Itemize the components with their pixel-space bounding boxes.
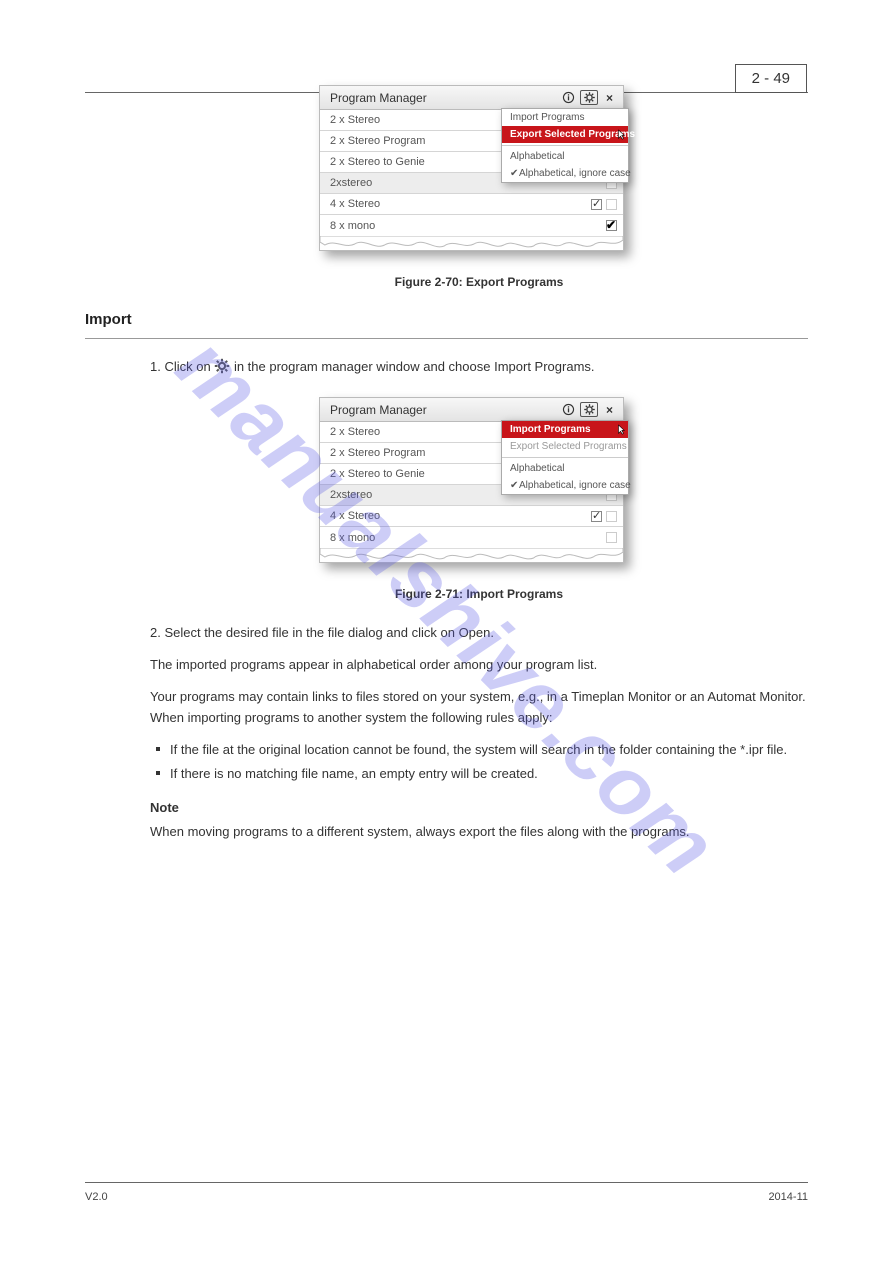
footer-version: V2.0 xyxy=(85,1191,108,1203)
close-icon[interactable]: × xyxy=(602,90,617,105)
checkbox-icon[interactable] xyxy=(606,199,617,210)
program-manager-titlebar: Program Manager × xyxy=(320,86,623,110)
cursor-icon xyxy=(616,424,626,436)
program-manager-titlebar: Program Manager × xyxy=(320,398,623,422)
menu-separator xyxy=(502,457,628,458)
checkbox-icon[interactable] xyxy=(606,532,617,543)
program-manager-window: Program Manager × 2 x Stereo 2 x Stereo … xyxy=(319,85,624,251)
figure-caption: Figure 2-70: Export Programs xyxy=(150,275,808,289)
checkbox-checked-icon[interactable] xyxy=(606,220,617,231)
gear-icon xyxy=(214,358,230,374)
list-item: If there is no matching file name, an em… xyxy=(150,764,808,784)
figure-import-programs: Program Manager × 2 x Stereo 2 x Stereo … xyxy=(319,397,639,563)
paragraph: The imported programs appear in alphabet… xyxy=(150,655,808,675)
menu-item-alpha-ignorecase[interactable]: ✔Alphabetical, ignore case xyxy=(502,477,628,494)
info-icon[interactable] xyxy=(561,402,576,417)
list-item[interactable]: 4 x Stereo xyxy=(320,194,623,215)
footer-date: 2014-11 xyxy=(768,1191,808,1203)
gear-icon[interactable] xyxy=(580,90,598,105)
page-number-badge: 2 - 49 xyxy=(735,64,807,93)
list-item: If the file at the original location can… xyxy=(150,740,808,760)
bullet-list: If the file at the original location can… xyxy=(150,740,808,784)
list-item[interactable]: 8 x mono xyxy=(320,527,623,548)
section-heading-import: Import xyxy=(85,311,808,328)
note-body: When moving programs to a different syst… xyxy=(150,822,808,842)
info-icon[interactable] xyxy=(561,90,576,105)
menu-item-export[interactable]: Export Selected Programs xyxy=(502,126,628,143)
menu-item-import[interactable]: Import Programs xyxy=(502,109,628,126)
menu-item-alpha[interactable]: Alphabetical xyxy=(502,460,628,477)
note-heading: Note xyxy=(150,798,808,818)
window-title: Program Manager xyxy=(330,91,561,105)
close-icon[interactable]: × xyxy=(602,402,617,417)
menu-separator xyxy=(502,145,628,146)
step-1: 1. Click on in the program manager windo… xyxy=(150,357,808,377)
menu-item-import[interactable]: Import Programs xyxy=(502,421,628,438)
figure-caption: Figure 2-71: Import Programs xyxy=(150,587,808,601)
body-text: 1. Click on in the program manager windo… xyxy=(150,357,808,377)
list-item[interactable]: 4 x Stereo xyxy=(320,506,623,527)
menu-item-alpha-ignorecase[interactable]: ✔Alphabetical, ignore case xyxy=(502,165,628,182)
torn-edge xyxy=(320,236,623,250)
paragraph: Your programs may contain links to files… xyxy=(150,687,808,727)
menu-item-alpha[interactable]: Alphabetical xyxy=(502,148,628,165)
checkbox-icon[interactable] xyxy=(606,511,617,522)
settings-dropdown: Import Programs Export Selected Programs… xyxy=(501,420,629,495)
body-text-continued: 2. Select the desired file in the file d… xyxy=(150,623,808,842)
list-item[interactable]: 8 x mono xyxy=(320,215,623,236)
menu-item-export[interactable]: Export Selected Programs xyxy=(502,438,628,455)
settings-dropdown: Import Programs Export Selected Programs… xyxy=(501,108,629,183)
program-manager-window: Program Manager × 2 x Stereo 2 x Stereo … xyxy=(319,397,624,563)
torn-edge xyxy=(320,548,623,562)
section-rule xyxy=(85,338,808,339)
window-title: Program Manager xyxy=(330,403,561,417)
cursor-icon xyxy=(616,129,626,141)
checkbox-checked-icon[interactable] xyxy=(591,199,602,210)
gear-icon[interactable] xyxy=(580,402,598,417)
checkbox-checked-icon[interactable] xyxy=(591,511,602,522)
page-footer: V2.0 2014-11 xyxy=(85,1182,808,1203)
step-2: 2. Select the desired file in the file d… xyxy=(150,623,808,643)
figure-export-programs: Program Manager × 2 x Stereo 2 x Stereo … xyxy=(319,85,639,251)
